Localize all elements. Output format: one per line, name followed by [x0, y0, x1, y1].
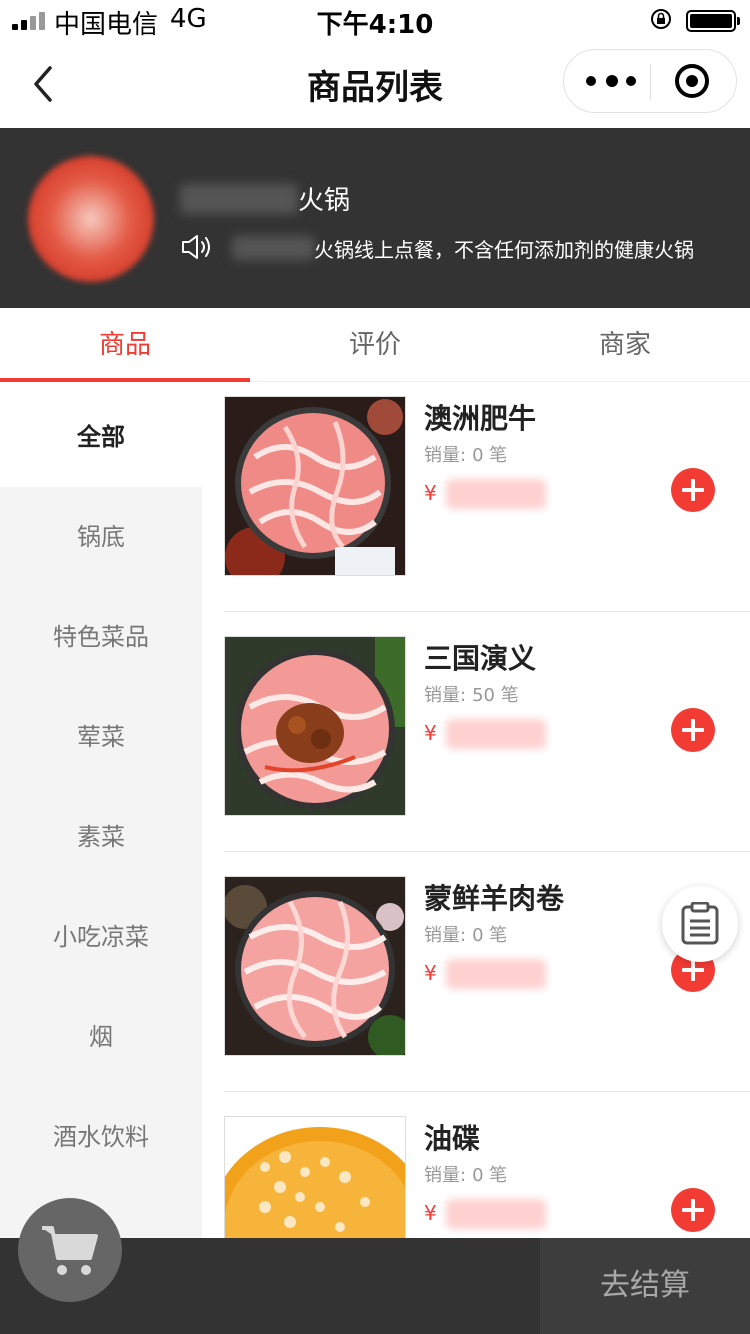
tab-merchant[interactable]: 商家	[500, 308, 750, 382]
product-name: 油碟	[424, 1122, 481, 1155]
sales-count: 0 笔	[472, 925, 508, 946]
currency-symbol: ¥	[424, 481, 437, 505]
mini-program-capsule	[563, 49, 737, 113]
currency-symbol: ¥	[424, 721, 437, 745]
product-sales: 销量: 0 笔	[424, 921, 507, 947]
currency-symbol: ¥	[424, 961, 437, 985]
product-item[interactable]: 三国演义 销量: 50 笔 ¥	[224, 627, 750, 867]
sales-label: 销量:	[424, 1165, 467, 1186]
capsule-divider	[650, 64, 651, 100]
notice-redacted	[232, 236, 314, 260]
sales-count: 50 笔	[472, 685, 519, 706]
product-image[interactable]	[224, 396, 406, 576]
price-redacted	[446, 479, 546, 509]
product-image[interactable]	[224, 1116, 406, 1238]
tab-reviews[interactable]: 评价	[250, 308, 500, 382]
close-mini-program-icon[interactable]	[674, 63, 710, 99]
active-tab-indicator	[0, 378, 250, 382]
checkout-button[interactable]: 去结算	[540, 1238, 750, 1334]
price-redacted	[446, 959, 546, 989]
currency-symbol: ¥	[424, 1201, 437, 1225]
product-name: 蒙鲜羊肉卷	[424, 882, 565, 915]
page: 中国电信 4G 下午4:10 商品列表 火锅 火锅线上点餐，不含任何添加剂的健康…	[0, 0, 750, 1334]
sales-count: 0 笔	[472, 1165, 508, 1186]
tab-products[interactable]: 商品	[0, 308, 250, 382]
shop-logo	[28, 156, 154, 282]
add-to-cart-button[interactable]	[671, 468, 715, 512]
price-redacted	[446, 1199, 546, 1229]
orientation-lock-icon	[651, 9, 671, 29]
category-item-drinks[interactable]: 酒水饮料	[0, 1087, 202, 1187]
category-item-specials[interactable]: 特色菜品	[0, 587, 202, 687]
divider	[224, 611, 750, 612]
shop-notice: 火锅线上点餐，不含任何添加剂的健康火锅	[314, 238, 694, 262]
divider	[224, 851, 750, 852]
cart-button[interactable]	[18, 1198, 122, 1302]
product-image[interactable]	[224, 876, 406, 1056]
sales-label: 销量:	[424, 925, 467, 946]
shop-header	[0, 128, 750, 308]
product-image[interactable]	[224, 636, 406, 816]
add-to-cart-button[interactable]	[671, 708, 715, 752]
category-item-all[interactable]: 全部	[0, 387, 202, 487]
status-bar: 中国电信 4G 下午4:10	[0, 0, 750, 40]
clipboard-icon	[681, 902, 719, 945]
category-item-soup-base[interactable]: 锅底	[0, 487, 202, 587]
add-to-cart-button[interactable]	[671, 1188, 715, 1232]
product-name: 三国演义	[424, 642, 537, 675]
nav-bar: 商品列表	[0, 40, 750, 128]
price-redacted	[446, 719, 546, 749]
battery-icon	[686, 10, 740, 32]
sales-count: 0 笔	[472, 445, 508, 466]
sales-label: 销量:	[424, 445, 467, 466]
clock: 下午4:10	[316, 10, 434, 40]
product-sales: 销量: 0 笔	[424, 1161, 507, 1187]
shop-name: 火锅	[298, 186, 351, 216]
product-item[interactable]: 油碟 销量: 0 笔 ¥	[224, 1107, 750, 1238]
category-sidebar: 全部 锅底 特色菜品 荤菜 素菜 小吃凉菜 烟 酒水饮料	[0, 387, 202, 1238]
product-list: 澳洲肥牛 销量: 0 笔 ¥ 三国演义 销量: 50 笔 ¥ 蒙鲜羊肉卷 销量:…	[224, 387, 750, 1238]
category-item-cigarettes[interactable]: 烟	[0, 987, 202, 1087]
cart-icon	[42, 1226, 98, 1275]
product-sales: 销量: 50 笔	[424, 681, 519, 707]
speaker-icon	[182, 235, 210, 259]
category-item-meat[interactable]: 荤菜	[0, 687, 202, 787]
product-sales: 销量: 0 笔	[424, 441, 507, 467]
tab-bar: 商品 评价 商家	[0, 308, 750, 382]
category-item-vegetables[interactable]: 素菜	[0, 787, 202, 887]
order-list-button[interactable]	[662, 886, 738, 962]
shop-name-redacted	[180, 184, 298, 214]
product-name: 澳洲肥牛	[424, 402, 537, 435]
product-item[interactable]: 澳洲肥牛 销量: 0 笔 ¥	[224, 387, 750, 627]
more-icon[interactable]	[584, 50, 638, 112]
category-item-snacks[interactable]: 小吃凉菜	[0, 887, 202, 987]
divider	[224, 1091, 750, 1092]
sales-label: 销量:	[424, 685, 467, 706]
